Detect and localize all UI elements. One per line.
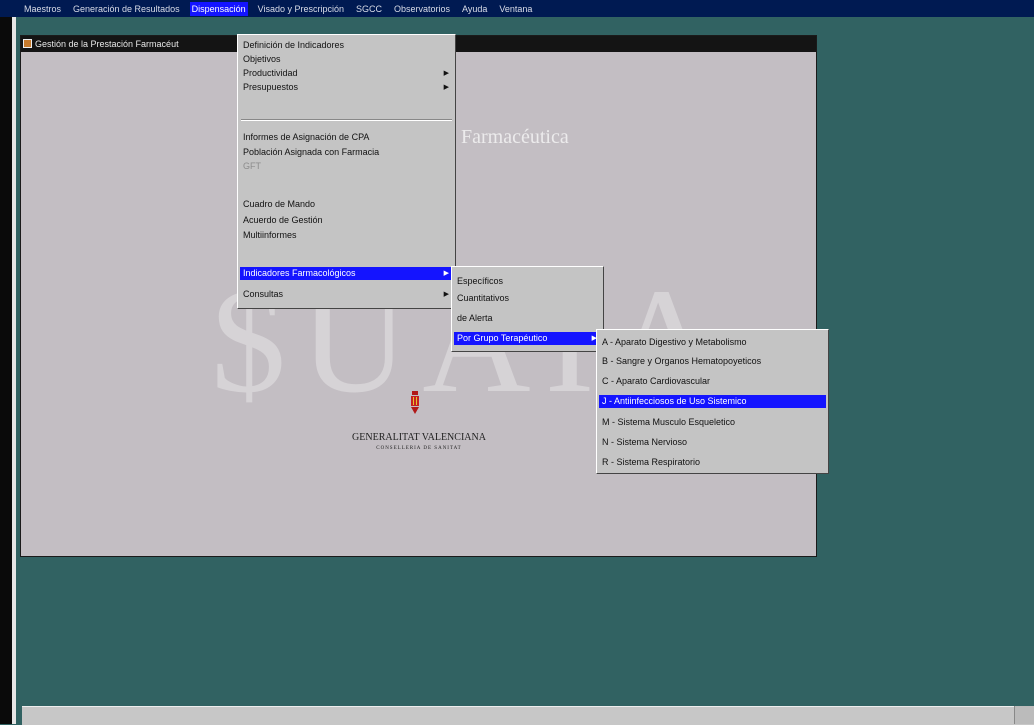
menu-observatorios[interactable]: Observatorios bbox=[392, 2, 452, 16]
menu-item-presupuestos[interactable]: Presupuestos ▶ bbox=[240, 81, 453, 94]
menu-visado-prescripcion[interactable]: Visado y Prescripción bbox=[256, 2, 346, 16]
menu-item-cuantitativos[interactable]: Cuantitativos bbox=[454, 292, 601, 305]
menu-item-grupo-r[interactable]: R - Sistema Respiratorio bbox=[599, 456, 826, 469]
app-icon bbox=[23, 39, 32, 48]
menu-ayuda[interactable]: Ayuda bbox=[460, 2, 489, 16]
generalitat-logo-icon bbox=[411, 391, 419, 414]
menu-item-grupo-a[interactable]: A - Aparato Digestivo y Metabolismo bbox=[599, 336, 826, 349]
menu-item-objetivos[interactable]: Objetivos bbox=[240, 53, 453, 66]
menu-item-poblacion-asignada[interactable]: Población Asignada con Farmacia bbox=[240, 146, 453, 159]
status-bar bbox=[22, 706, 1034, 725]
menu-item-informes-cpa[interactable]: Informes de Asignación de CPA bbox=[240, 131, 453, 144]
grupo-terapeutico-submenu: A - Aparato Digestivo y Metabolismo B - … bbox=[596, 329, 829, 474]
menu-item-multiinformes[interactable]: Multiinformes bbox=[240, 229, 453, 242]
menu-generacion-resultados[interactable]: Generación de Resultados bbox=[71, 2, 182, 16]
menu-item-acuerdo-gestion[interactable]: Acuerdo de Gestión bbox=[240, 214, 453, 227]
status-bar-corner bbox=[1014, 706, 1034, 724]
menu-item-grupo-n[interactable]: N - Sistema Nervioso bbox=[599, 436, 826, 449]
menu-item-definicion-indicadores[interactable]: Definición de Indicadores bbox=[240, 39, 453, 52]
submenu-arrow-icon: ▶ bbox=[443, 70, 449, 77]
menu-item-cuadro-mando[interactable]: Cuadro de Mando bbox=[240, 198, 453, 211]
splash-subtitle: Farmacéutica bbox=[461, 126, 569, 148]
dispensacion-menu: Definición de Indicadores Objetivos Prod… bbox=[237, 34, 456, 309]
submenu-arrow-icon: ▶ bbox=[443, 291, 449, 298]
logo-subtext: CONSELLERIA DE SANITAT bbox=[376, 446, 462, 451]
submenu-arrow-icon: ▶ bbox=[443, 270, 449, 277]
menu-item-grupo-b[interactable]: B - Sangre y Organos Hematopoyeticos bbox=[599, 355, 826, 368]
menu-item-por-grupo-terapeutico[interactable]: Por Grupo Terapéutico ▶ bbox=[454, 332, 601, 345]
menu-sgcc[interactable]: SGCC bbox=[354, 2, 384, 16]
menu-ventana[interactable]: Ventana bbox=[497, 2, 534, 16]
screen-left-bar bbox=[12, 17, 16, 724]
menu-dispensacion[interactable]: Dispensación bbox=[189, 1, 248, 16]
screen-left-edge bbox=[0, 0, 12, 724]
menu-maestros[interactable]: Maestros bbox=[22, 2, 63, 16]
menu-item-gft: GFT bbox=[243, 161, 261, 171]
menu-item-de-alerta[interactable]: de Alerta bbox=[454, 312, 601, 325]
indicadores-submenu: Específicos Cuantitativos de Alerta Por … bbox=[451, 266, 604, 352]
submenu-arrow-icon: ▶ bbox=[443, 84, 449, 91]
menu-item-especificos[interactable]: Específicos bbox=[454, 275, 601, 288]
menu-item-indicadores-farmacologicos[interactable]: Indicadores Farmacológicos ▶ bbox=[240, 267, 453, 280]
menu-item-consultas[interactable]: Consultas ▶ bbox=[240, 288, 453, 301]
window-title: Gestión de la Prestación Farmacéut bbox=[35, 39, 179, 49]
logo-text: GENERALITAT VALENCIANA bbox=[352, 432, 486, 443]
menu-item-grupo-m[interactable]: M - Sistema Musculo Esqueletico bbox=[599, 416, 826, 429]
menu-item-productividad[interactable]: Productividad ▶ bbox=[240, 67, 453, 80]
menu-item-grupo-j[interactable]: J - Antiinfecciosos de Uso Sistemico bbox=[599, 395, 826, 408]
menubar: Maestros Generación de Resultados Dispen… bbox=[0, 0, 1034, 17]
menu-item-grupo-c[interactable]: C - Aparato Cardiovascular bbox=[599, 375, 826, 388]
menu-separator bbox=[241, 119, 452, 121]
